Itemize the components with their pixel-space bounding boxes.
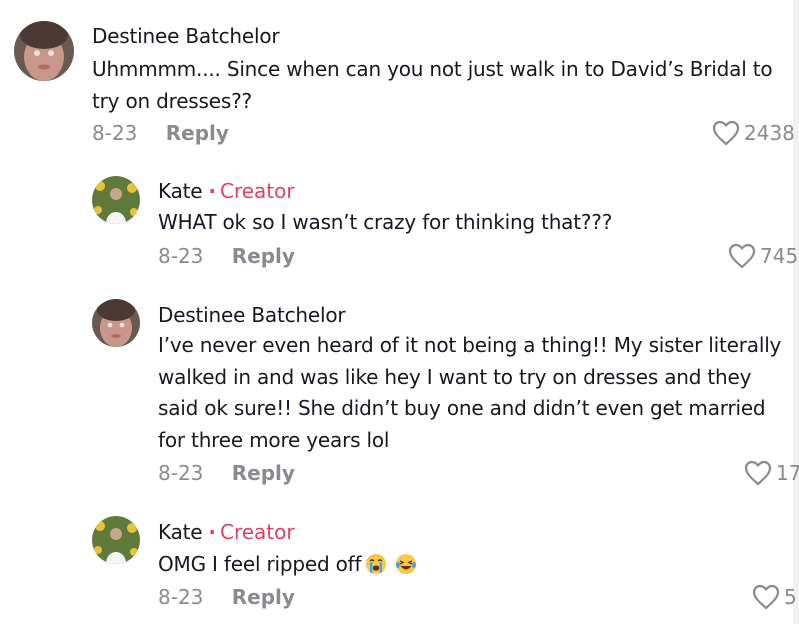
reply-button[interactable]: Reply bbox=[232, 244, 295, 268]
laughing-tears-emoji bbox=[395, 553, 417, 575]
avatar[interactable] bbox=[14, 21, 74, 81]
username[interactable]: Kate bbox=[158, 179, 203, 203]
comment-date: 8-23 bbox=[158, 461, 204, 485]
heart-icon bbox=[744, 460, 772, 486]
comment-author: Kate · Creator bbox=[158, 178, 295, 204]
separator-dot: · bbox=[208, 179, 216, 203]
comment-date: 8-23 bbox=[92, 121, 138, 145]
comment-meta: 8-23 Reply bbox=[92, 120, 229, 146]
comment-author: Destinee Batchelor bbox=[158, 302, 346, 328]
heart-icon bbox=[712, 120, 740, 146]
reply-button[interactable]: Reply bbox=[166, 121, 229, 145]
avatar[interactable] bbox=[92, 299, 140, 347]
avatar[interactable] bbox=[92, 176, 140, 224]
heart-icon bbox=[752, 584, 780, 610]
comment-author: Destinee Batchelor bbox=[92, 23, 280, 49]
username[interactable]: Destinee Batchelor bbox=[92, 24, 280, 48]
like-button[interactable]: 5 bbox=[752, 584, 797, 610]
scrollbar[interactable] bbox=[793, 0, 799, 624]
comment-date: 8-23 bbox=[158, 244, 204, 268]
comment-meta: 8-23 Reply bbox=[158, 460, 295, 486]
separator-dot: · bbox=[208, 520, 216, 544]
reply-button[interactable]: Reply bbox=[232, 585, 295, 609]
like-button[interactable]: 17 bbox=[744, 460, 799, 486]
crying-face-emoji bbox=[365, 553, 387, 575]
comment-text-row: OMG I feel ripped off bbox=[158, 549, 758, 581]
creator-badge: Creator bbox=[219, 179, 295, 203]
comment-text: WHAT ok so I wasn’t crazy for thinking t… bbox=[158, 210, 613, 234]
comment-meta: 8-23 Reply bbox=[158, 243, 295, 269]
like-button[interactable]: 2438 bbox=[712, 120, 795, 146]
avatar[interactable] bbox=[92, 516, 140, 564]
comment-date: 8-23 bbox=[158, 585, 204, 609]
username[interactable]: Destinee Batchelor bbox=[158, 303, 346, 327]
comment-text: Uhmmmm.... Since when can you not just w… bbox=[92, 57, 773, 113]
reply-button[interactable]: Reply bbox=[232, 461, 295, 485]
like-count: 745 bbox=[760, 244, 799, 268]
comment-text: OMG I feel ripped off bbox=[158, 552, 362, 576]
like-count: 17 bbox=[776, 461, 799, 485]
username[interactable]: Kate bbox=[158, 520, 203, 544]
like-count: 5 bbox=[784, 585, 797, 609]
comment-author: Kate · Creator bbox=[158, 519, 295, 545]
creator-badge: Creator bbox=[219, 520, 295, 544]
comment-meta: 8-23 Reply bbox=[158, 584, 295, 610]
heart-icon bbox=[728, 243, 756, 269]
like-button[interactable]: 745 bbox=[728, 243, 798, 269]
comment-text: I’ve never even heard of it not being a … bbox=[158, 333, 782, 452]
like-count: 2438 bbox=[744, 121, 795, 145]
